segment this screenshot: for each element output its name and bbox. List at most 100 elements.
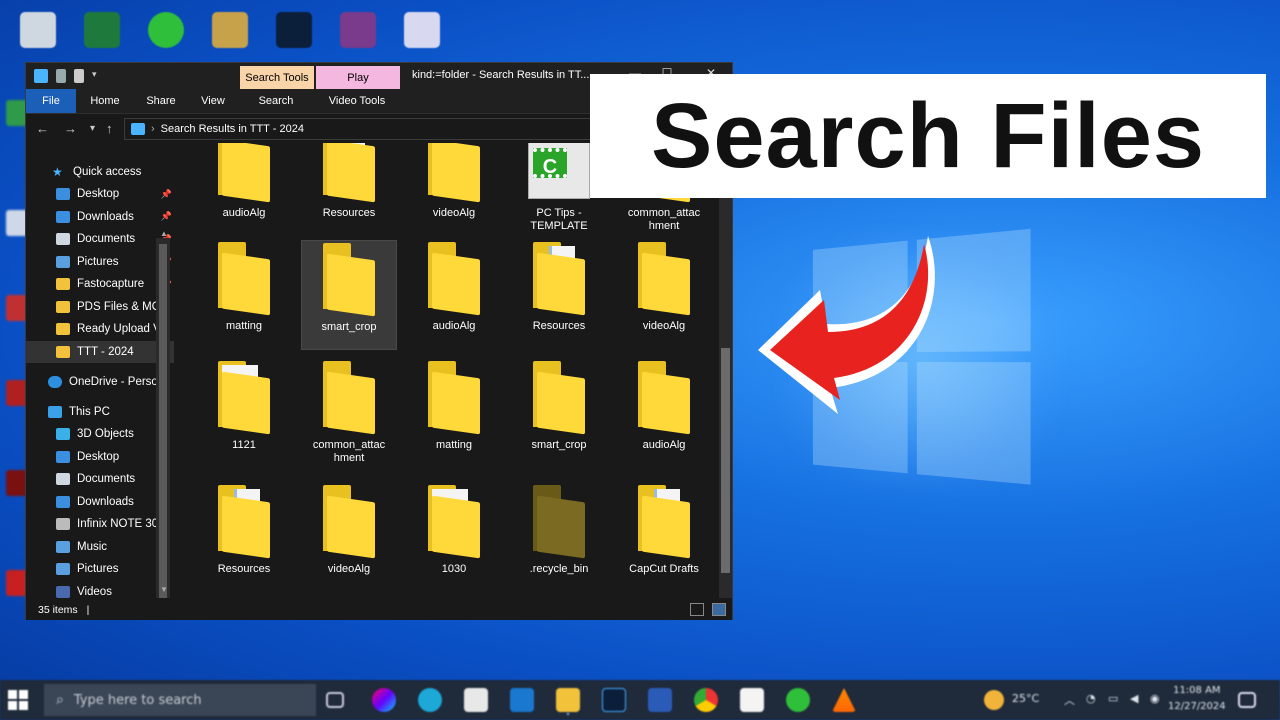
recycle-bin-icon[interactable] [14, 6, 62, 54]
file-tile[interactable]: common_attac hment [301, 359, 397, 469]
sidebar-item-quick-1[interactable]: Downloads 📌 [26, 206, 174, 228]
store-icon[interactable] [464, 688, 488, 712]
sidebar-item-label: Ready Upload Vi [77, 323, 164, 335]
vlc-icon[interactable] [832, 688, 856, 712]
photoshop-taskbar-icon[interactable] [602, 688, 626, 712]
network-icon[interactable]: ◔ [1086, 692, 1096, 705]
file-tile[interactable]: audioAlg [196, 143, 292, 237]
archive-icon[interactable] [206, 6, 254, 54]
outlook-icon[interactable] [510, 688, 534, 712]
sidebar-item-quick-0[interactable]: Desktop 📌 [26, 183, 174, 205]
tab-search-tools-context[interactable]: Search Tools [240, 66, 314, 89]
search-placeholder: Type here to search [73, 692, 202, 708]
up-arrow-icon[interactable]: ↑ [106, 121, 113, 136]
scroll-up-chevron-icon[interactable]: ▲ [160, 229, 168, 238]
computer-icon [48, 406, 62, 418]
file-tile[interactable]: matting [196, 240, 292, 350]
file-tile[interactable]: smart_crop [511, 359, 607, 469]
tab-video-tools[interactable]: Video Tools [322, 89, 392, 113]
volume-icon[interactable]: ◀ [1130, 692, 1138, 705]
installer-icon[interactable] [398, 6, 446, 54]
sidebar-scrollbar[interactable] [156, 238, 170, 598]
back-arrow-icon[interactable]: ← [36, 121, 49, 136]
tray-chevron-icon[interactable]: ︿ [1064, 692, 1075, 708]
recent-locations-chevron-icon[interactable]: ▾ [90, 123, 95, 134]
tab-play-context[interactable]: Play [316, 66, 400, 89]
tab-home[interactable]: Home [82, 89, 128, 113]
word-icon[interactable] [648, 688, 672, 712]
sidebar-item-pc-2[interactable]: Documents [26, 468, 174, 490]
file-name: matting [225, 320, 263, 332]
sidebar-item-this-pc[interactable]: This PC [26, 401, 174, 423]
weather-temp[interactable]: 25°C [1012, 692, 1039, 705]
details-view-icon[interactable] [690, 603, 704, 616]
scroll-thumb[interactable] [721, 348, 730, 573]
sidebar-item-pc-0[interactable]: 3D Objects [26, 423, 174, 445]
file-tile[interactable]: 1030 [406, 483, 502, 593]
windows-start-icon[interactable] [8, 690, 28, 710]
sidebar-item-label: Downloads [77, 495, 134, 508]
file-tile[interactable]: smart_crop [301, 240, 397, 350]
file-tile[interactable]: .recycle_bin [511, 483, 607, 593]
forward-arrow-icon[interactable]: → [64, 121, 77, 136]
new-folder-icon[interactable] [74, 69, 84, 83]
file-name: Resources [217, 563, 271, 575]
language-icon[interactable]: ◉ [1150, 692, 1160, 705]
sidebar-item-quick-6[interactable]: Ready Upload Vi [26, 318, 174, 340]
edge-icon[interactable] [418, 688, 442, 712]
file-tile[interactable]: audioAlg [406, 240, 502, 350]
excel-icon[interactable] [78, 6, 126, 54]
headline-banner: Search Files [590, 74, 1266, 198]
file-tile[interactable]: videoAlg [406, 143, 502, 237]
sidebar-item-quick-3[interactable]: Pictures📌 [26, 251, 174, 273]
file-tile[interactable]: Resources [196, 483, 292, 593]
chrome-icon[interactable] [694, 688, 718, 712]
sidebar-item-quick-2[interactable]: Documents📌 [26, 228, 174, 250]
sidebar-item-quick-access[interactable]: ★ Quick access [26, 161, 174, 183]
sidebar-item-onedrive[interactable]: OneDrive - Persor [26, 371, 174, 393]
camtasia-taskbar-icon[interactable] [786, 688, 810, 712]
file-explorer-taskbar-icon[interactable] [556, 688, 580, 712]
file-tile[interactable]: videoAlg [616, 240, 712, 350]
properties-icon[interactable] [56, 69, 66, 83]
file-tile[interactable]: Resources [511, 240, 607, 350]
system-clock[interactable]: 11:08 AM 12/27/2024 [1168, 683, 1226, 715]
task-view-icon[interactable] [326, 692, 344, 708]
sidebar-item-pc-6[interactable]: Pictures [26, 558, 174, 580]
content-scrollbar[interactable] [719, 143, 732, 598]
file-tile[interactable]: 1121 [196, 359, 292, 469]
sidebar-item-label: This PC [69, 406, 110, 418]
window-title: kind:=folder - Search Results in TT... [412, 69, 590, 81]
copilot-icon[interactable] [372, 688, 396, 712]
tab-search[interactable]: Search [250, 89, 302, 113]
large-icons-view-icon[interactable] [712, 603, 726, 616]
photoshop-icon[interactable] [270, 6, 318, 54]
file-tile[interactable]: audioAlg [616, 359, 712, 469]
folder-icon [636, 361, 692, 435]
capcut-icon[interactable] [740, 688, 764, 712]
file-tile[interactable]: matting [406, 359, 502, 469]
tab-file[interactable]: File [26, 89, 76, 113]
sidebar-item-pc-4[interactable]: Infinix NOTE 30 [26, 513, 174, 535]
scroll-down-chevron-icon[interactable]: ▼ [160, 585, 168, 594]
sidebar-item-pc-7[interactable]: Videos [26, 581, 174, 599]
sidebar-item-pc-1[interactable]: Desktop [26, 446, 174, 468]
wifi-icon[interactable]: ▭ [1108, 692, 1118, 705]
tab-view[interactable]: View [192, 89, 234, 113]
sidebar-item-quick-7[interactable]: TTT - 2024 [26, 340, 174, 363]
sidebar-item-quick-5[interactable]: PDS Files & MO( [26, 296, 174, 318]
file-name: 1030 [441, 563, 467, 575]
file-tile[interactable]: Resources [301, 143, 397, 237]
camtasia-icon[interactable] [142, 6, 190, 54]
winrar-icon[interactable] [334, 6, 382, 54]
taskbar-search-input[interactable]: ⌕ Type here to search [44, 684, 316, 716]
file-tile[interactable]: CapCut Drafts [616, 483, 712, 593]
notifications-icon[interactable] [1238, 692, 1256, 708]
sidebar-item-pc-5[interactable]: Music [26, 536, 174, 558]
sidebar-item-pc-3[interactable]: Downloads [26, 491, 174, 513]
file-tile[interactable]: videoAlg [301, 483, 397, 593]
weather-icon[interactable] [984, 690, 1004, 710]
tab-share[interactable]: Share [138, 89, 184, 113]
chevron-down-icon[interactable]: ▾ [92, 69, 100, 83]
sidebar-item-quick-4[interactable]: Fastocapture📌 [26, 273, 174, 295]
